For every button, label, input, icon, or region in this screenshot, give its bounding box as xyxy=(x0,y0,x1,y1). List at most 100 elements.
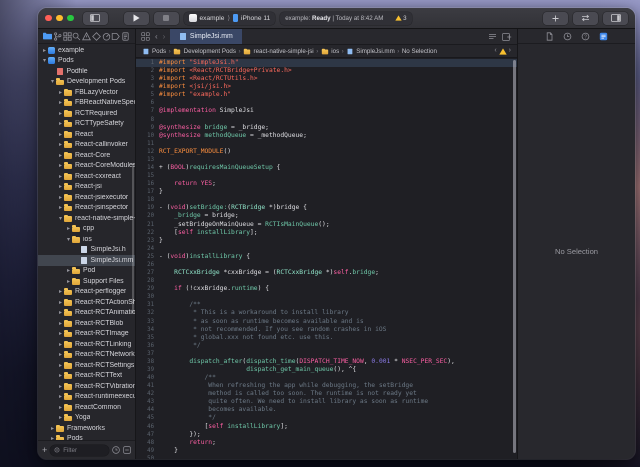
code-line[interactable]: 45 */ xyxy=(136,414,517,422)
code-line[interactable]: 22 [self installLibrary]; xyxy=(136,229,517,237)
tree-item[interactable]: ▾ ios xyxy=(38,234,135,245)
debug-navigator-icon[interactable] xyxy=(102,32,111,41)
recent-files-filter-icon[interactable] xyxy=(112,446,120,454)
library-button[interactable] xyxy=(543,11,569,25)
code-line[interactable]: 26 xyxy=(136,261,517,269)
breadcrumb-item[interactable]: ios xyxy=(321,48,339,55)
code-line[interactable]: 44 becomes available. xyxy=(136,406,517,414)
editor-scrollbar[interactable] xyxy=(513,60,516,453)
editor-options-icon[interactable] xyxy=(488,33,497,41)
disclosure-arrow-icon[interactable]: ▸ xyxy=(57,194,64,201)
disclosure-arrow-icon[interactable]: ▸ xyxy=(49,425,56,432)
code-line[interactable]: 47 }); xyxy=(136,431,517,439)
toggle-navigator-button[interactable] xyxy=(82,11,108,25)
disclosure-arrow-icon[interactable]: ▸ xyxy=(57,330,64,337)
tree-item[interactable]: ▸ cpp xyxy=(38,224,135,235)
code-line[interactable]: 19 - (void)setBridge:(RCTBridge *)bridge … xyxy=(136,204,517,212)
disclosure-arrow-icon[interactable]: ▾ xyxy=(49,78,56,85)
source-code-area[interactable]: 1 #import "SimpleJsi.h" 2 #import <React/RC… xyxy=(136,58,517,459)
disclosure-arrow-icon[interactable]: ▾ xyxy=(65,236,72,243)
related-items-grid-icon[interactable] xyxy=(141,32,150,41)
breadcrumb-item[interactable]: Pods xyxy=(142,48,166,55)
disclosure-arrow-icon[interactable]: ▸ xyxy=(57,404,64,411)
code-line[interactable]: 29 if (!cxxBridge.runtime) { xyxy=(136,285,517,293)
code-line[interactable]: 2 #import <React/RCTBridge+Private.h> xyxy=(136,67,517,75)
tree-item[interactable]: ▸ React-jsi xyxy=(38,182,135,193)
tree-item[interactable]: ▸ React-CoreModules xyxy=(38,161,135,172)
disclosure-arrow-icon[interactable]: ▸ xyxy=(57,183,64,190)
tree-item[interactable]: ▸ React-cxxreact xyxy=(38,171,135,182)
toggle-inspector-button[interactable] xyxy=(603,11,629,25)
disclosure-arrow-icon[interactable]: ▸ xyxy=(65,225,72,232)
disclosure-arrow-icon[interactable]: ▸ xyxy=(57,173,64,180)
sidebar-scrollbar[interactable] xyxy=(131,162,134,314)
close-window-button[interactable] xyxy=(45,14,52,22)
code-review-button[interactable] xyxy=(573,11,599,25)
tree-item[interactable]: ▸ Pod xyxy=(38,266,135,277)
code-line[interactable]: 9 @synthesize bridge = _bridge; xyxy=(136,124,517,132)
disclosure-arrow-icon[interactable]: ▸ xyxy=(57,341,64,348)
code-line[interactable]: 43 quite often. We need to install libra… xyxy=(136,398,517,406)
disclosure-arrow-icon[interactable]: ▸ xyxy=(57,141,64,148)
tree-item[interactable]: Podfile xyxy=(38,66,135,77)
code-line[interactable]: 33 * as soon as runtime becomes availabl… xyxy=(136,318,517,326)
disclosure-arrow-icon[interactable]: ▸ xyxy=(41,47,48,54)
code-line[interactable]: 3 #import <React/RCTUtils.h> xyxy=(136,75,517,83)
previous-issue-button[interactable]: ‹ xyxy=(494,47,496,55)
tree-item[interactable]: ▾ react-native-simple-jsi xyxy=(38,213,135,224)
tree-item[interactable]: ▸ React-RCTNetwork xyxy=(38,350,135,361)
disclosure-arrow-icon[interactable]: ▸ xyxy=(57,320,64,327)
disclosure-arrow-icon[interactable]: ▸ xyxy=(57,414,64,421)
disclosure-arrow-icon[interactable]: ▸ xyxy=(57,204,64,211)
code-line[interactable]: 31 /** xyxy=(136,301,517,309)
code-line[interactable]: 10 @synthesize methodQueue = _methodQueue… xyxy=(136,132,517,140)
code-line[interactable]: 7 @implementation SimpleJsi xyxy=(136,107,517,115)
code-line[interactable]: 27 RCTCxxBridge *cxxBridge = (RCTCxxBrid… xyxy=(136,269,517,277)
find-navigator-icon[interactable] xyxy=(72,32,81,41)
filter-input[interactable]: Filter xyxy=(50,444,109,456)
test-navigator-icon[interactable] xyxy=(91,31,101,41)
history-inspector-icon[interactable] xyxy=(563,32,572,41)
run-button[interactable] xyxy=(123,11,149,25)
disclosure-arrow-icon[interactable]: ▸ xyxy=(57,120,64,127)
stop-button[interactable] xyxy=(153,11,179,25)
next-issue-button[interactable]: › xyxy=(509,47,511,55)
scheme-selector[interactable]: example ⟩ iPhone 11 xyxy=(183,11,276,25)
file-inspector-icon[interactable] xyxy=(545,31,554,41)
tree-item[interactable]: SimpleJsi.mm xyxy=(38,255,135,266)
code-line[interactable]: 37 xyxy=(136,350,517,358)
tree-item[interactable]: ▸ React-RCTActionSheet xyxy=(38,297,135,308)
add-editor-icon[interactable] xyxy=(502,32,512,41)
tree-item[interactable]: ▸ React-jsinspector xyxy=(38,203,135,214)
code-line[interactable]: 30 xyxy=(136,293,517,301)
disclosure-arrow-icon[interactable]: ▸ xyxy=(57,89,64,96)
tree-item[interactable]: ▸ React-RCTBlob xyxy=(38,318,135,329)
code-line[interactable]: 50 xyxy=(136,455,517,459)
report-navigator-icon[interactable] xyxy=(121,31,130,41)
code-line[interactable]: 48 return; xyxy=(136,439,517,447)
disclosure-arrow-icon[interactable]: ▸ xyxy=(57,288,64,295)
issue-navigator-icon[interactable] xyxy=(82,31,91,41)
breadcrumb-item[interactable]: Development Pods xyxy=(173,48,236,55)
zoom-window-button[interactable] xyxy=(67,14,74,22)
code-line[interactable]: 38 dispatch_after(dispatch_time(DISPATCH… xyxy=(136,358,517,366)
activity-status-bar[interactable]: example: Ready | Today at 8:42 AM 3 xyxy=(280,11,412,25)
forward-button[interactable]: › xyxy=(163,32,166,41)
code-line[interactable]: 8 xyxy=(136,116,517,124)
tree-item[interactable]: ▸ ReactCommon xyxy=(38,402,135,413)
tree-item[interactable]: ▸ Frameworks xyxy=(38,423,135,434)
code-line[interactable]: 36 */ xyxy=(136,342,517,350)
tree-item[interactable]: ▸ RCTTypeSafety xyxy=(38,119,135,130)
tree-item[interactable]: ▸ Yoga xyxy=(38,413,135,424)
tree-item[interactable]: ▸ FBLazyVector xyxy=(38,87,135,98)
tab-simplejsi-mm[interactable]: SimpleJsi.mm xyxy=(170,29,242,44)
code-line[interactable]: 49 } xyxy=(136,447,517,455)
code-line[interactable]: 5 #import "example.h" xyxy=(136,91,517,99)
tree-item[interactable]: ▸ example xyxy=(38,45,135,56)
tree-item[interactable]: ▸ React-jsiexecutor xyxy=(38,192,135,203)
tree-item[interactable]: ▸ React-RCTImage xyxy=(38,329,135,340)
tree-item[interactable]: ▸ React-RCTText xyxy=(38,371,135,382)
back-button[interactable]: ‹ xyxy=(155,32,158,41)
code-line[interactable]: 34 * not recommended. If you see random … xyxy=(136,326,517,334)
code-line[interactable]: 41 When refreshing the app while debuggi… xyxy=(136,382,517,390)
